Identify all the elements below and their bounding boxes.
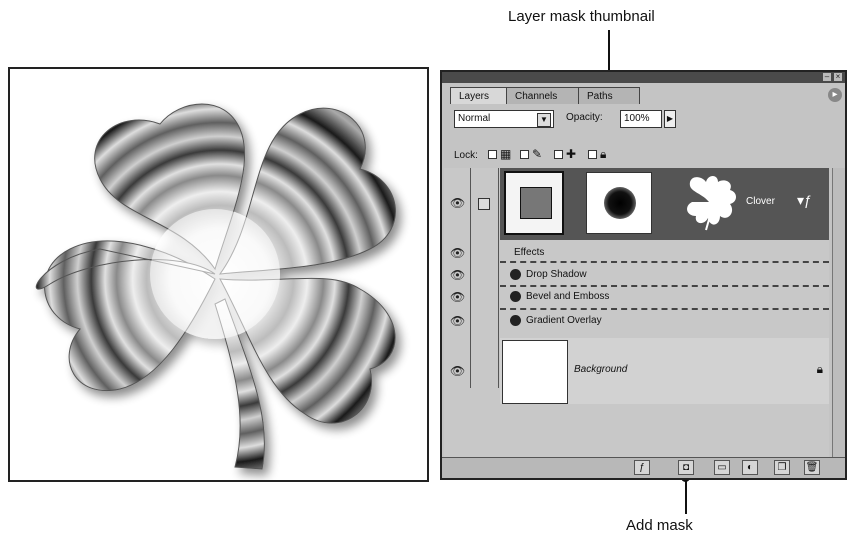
layer-row-clover[interactable]: Clover ▾ƒ <box>500 168 829 240</box>
blend-mode-select[interactable]: Normal ▼ <box>454 110 554 128</box>
layer-row-background[interactable]: Background 🔒︎ <box>500 338 829 404</box>
document-canvas[interactable] <box>8 67 429 482</box>
layers-list: 👁︎ Clover ▾ƒ 👁︎ Effects 👁︎ Drop Shadow 👁… <box>444 168 829 460</box>
palette-titlebar[interactable]: – × <box>442 72 845 83</box>
clover-artwork <box>35 103 396 470</box>
effect-icon <box>510 291 521 302</box>
tab-channels[interactable]: Channels <box>506 87 584 104</box>
close-icon[interactable]: × <box>834 73 842 81</box>
scrollbar[interactable] <box>832 168 845 460</box>
clover-thumb-icon <box>687 176 736 231</box>
lock-icon: 🔒︎ <box>600 147 607 161</box>
layer-style-icon[interactable]: ƒ <box>634 460 650 475</box>
eye-icon[interactable]: 👁︎ <box>450 290 465 304</box>
effect-gradient-overlay[interactable]: Gradient Overlay <box>500 310 829 332</box>
chevron-down-icon: ▼ <box>537 113 551 127</box>
clipping-thumbnail[interactable] <box>676 172 742 234</box>
callout-add-mask: Add mask <box>626 517 693 534</box>
layer-thumbnail[interactable] <box>502 340 568 404</box>
column-divider <box>498 168 499 388</box>
tab-layers[interactable]: Layers <box>450 87 512 104</box>
lock-position-checkbox[interactable] <box>554 150 563 159</box>
blend-mode-value: Normal <box>458 113 491 124</box>
lock-transparency-icon: ▦ <box>500 147 512 161</box>
opacity-field[interactable]: 100% <box>620 110 662 128</box>
tab-paths[interactable]: Paths <box>578 87 640 104</box>
effect-label: Drop Shadow <box>526 269 587 280</box>
palette-menu-icon[interactable]: ▸ <box>828 88 842 102</box>
opacity-slider-arrow[interactable]: ▶ <box>664 110 676 128</box>
lock-all-checkbox[interactable] <box>588 150 597 159</box>
eye-icon[interactable]: 👁︎ <box>450 364 465 378</box>
palette-bottom-bar: ƒ ◘ ▭ ◐ ❐ 🗑︎ <box>442 457 845 478</box>
callout-layer-mask-thumbnail: Layer mask thumbnail <box>508 8 655 25</box>
divider <box>500 261 829 263</box>
eye-icon[interactable]: 👁︎ <box>450 246 465 260</box>
new-layer-icon[interactable]: ❐ <box>774 460 790 475</box>
eye-icon[interactable]: 👁︎ <box>450 268 465 282</box>
effect-label: Gradient Overlay <box>526 315 602 326</box>
layer-name-clover[interactable]: Clover <box>746 196 775 207</box>
trash-icon[interactable]: 🗑︎ <box>804 460 820 475</box>
move-icon: ✚ <box>566 147 577 161</box>
eye-icon[interactable]: 👁︎ <box>450 196 465 210</box>
adjustment-layer-icon[interactable]: ◐ <box>742 460 758 475</box>
link-icon[interactable] <box>478 198 490 210</box>
effect-icon <box>510 315 521 326</box>
minimize-icon[interactable]: – <box>823 73 831 81</box>
column-divider <box>470 168 471 388</box>
effect-bevel-emboss[interactable]: Bevel and Emboss <box>500 286 829 308</box>
layer-mask-thumbnail[interactable] <box>586 172 652 234</box>
layer-thumbnail[interactable] <box>504 171 564 235</box>
effect-icon <box>510 269 521 280</box>
fx-icon[interactable]: ▾ƒ <box>797 192 812 209</box>
opacity-label: Opacity: <box>566 112 603 123</box>
brush-icon: ✎ <box>532 147 543 161</box>
lock-icon: 🔒︎ <box>816 362 823 376</box>
lock-label: Lock: <box>454 150 478 161</box>
layers-palette: – × Layers Channels Paths ▸ Normal ▼ Opa… <box>440 70 847 480</box>
effect-drop-shadow[interactable]: Drop Shadow <box>500 264 829 286</box>
lock-image-checkbox[interactable] <box>520 150 529 159</box>
lock-transparency-checkbox[interactable] <box>488 150 497 159</box>
eye-icon[interactable]: 👁︎ <box>450 314 465 328</box>
layer-name-background[interactable]: Background <box>574 364 627 375</box>
new-set-icon[interactable]: ▭ <box>714 460 730 475</box>
add-mask-icon[interactable]: ◘ <box>678 460 694 475</box>
effect-label: Bevel and Emboss <box>526 291 610 302</box>
